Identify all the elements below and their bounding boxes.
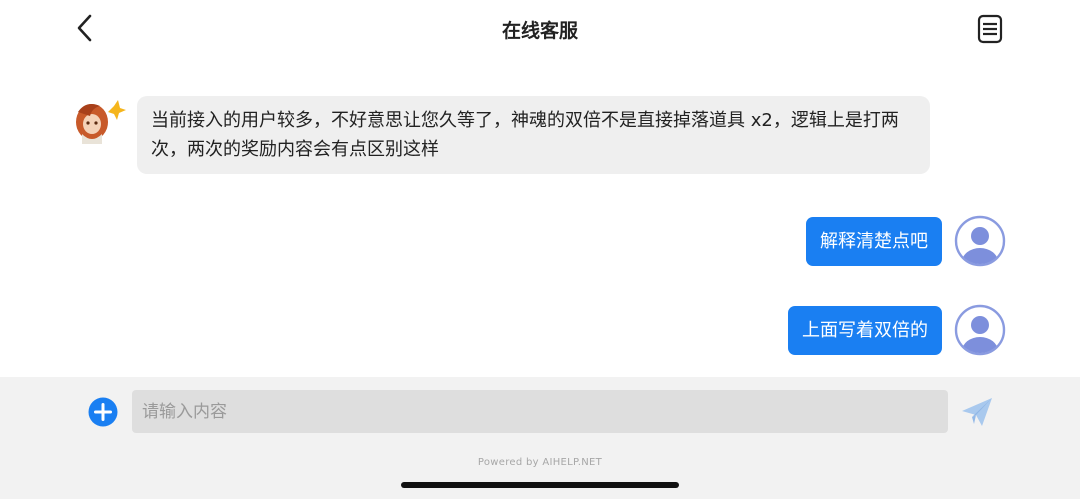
user-avatar [954,215,1006,267]
home-indicator[interactable] [401,482,679,488]
header-bar: 在线客服 [0,0,1080,58]
add-attachment-button[interactable] [88,397,118,427]
agent-message-bubble: 当前接入的用户较多，不好意思让您久等了，神魂的双倍不是直接掉落道具 x2，逻辑上… [137,96,930,174]
input-bar: Powered by AIHELP.NET [0,377,1080,499]
chat-screen: 在线客服 当前接入的用户较多，不好意思让您久等了，神魂的双倍不是直接掉落道具 x… [0,0,1080,499]
message-input[interactable] [132,390,948,433]
user-message-row: 上面写着双倍的 [788,304,1006,356]
powered-by-text[interactable]: Powered by AIHELP.NET [0,457,1080,468]
message-list[interactable]: 当前接入的用户较多，不好意思让您久等了，神魂的双倍不是直接掉落道具 x2，逻辑上… [0,58,1080,378]
paper-plane-icon [962,398,992,426]
user-message-bubble: 解释清楚点吧 [806,216,942,266]
user-message-row: 解释清楚点吧 [806,215,1006,267]
send-button[interactable] [960,395,994,429]
user-avatar [954,304,1006,356]
agent-avatar [70,98,126,146]
plus-circle-icon [88,397,118,427]
history-menu-button[interactable] [974,13,1006,45]
page-title: 在线客服 [501,20,578,42]
document-list-icon [977,14,1003,44]
user-message-bubble: 上面写着双倍的 [788,305,942,355]
